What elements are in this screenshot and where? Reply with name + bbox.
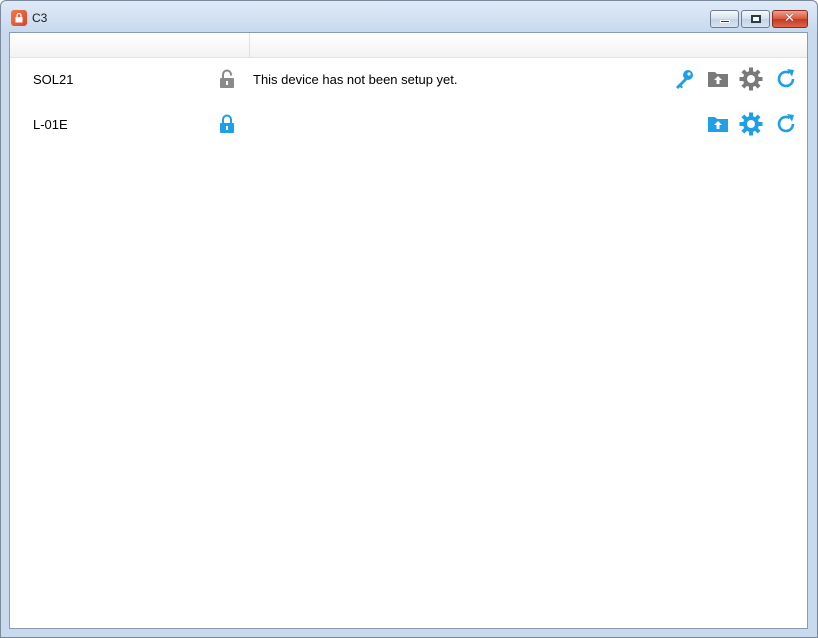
device-list-panel: SOL21 This device has not been setup yet…	[9, 32, 808, 629]
title-bar[interactable]: C3 ✕	[1, 1, 817, 32]
gear-icon	[739, 67, 763, 91]
device-name: SOL21	[33, 72, 74, 87]
column-header-device[interactable]	[10, 33, 250, 57]
refresh-button[interactable]	[774, 112, 798, 136]
settings-button[interactable]	[739, 112, 763, 136]
upload-folder-icon	[708, 117, 728, 132]
unlocked-lock-icon	[219, 69, 235, 89]
device-row-l01e[interactable]: L-01E	[10, 104, 807, 144]
window-title: C3	[32, 11, 48, 25]
close-button[interactable]: ✕	[772, 10, 808, 28]
upload-folder-button[interactable]	[706, 67, 730, 91]
refresh-icon	[777, 114, 795, 133]
maximize-button[interactable]	[741, 10, 770, 28]
device-name: L-01E	[33, 117, 68, 132]
upload-folder-button[interactable]	[706, 112, 730, 136]
gear-icon	[739, 112, 763, 136]
minimize-icon	[720, 20, 730, 23]
device-row-sol21[interactable]: SOL21 This device has not been setup yet…	[10, 59, 807, 99]
locked-lock-icon	[219, 114, 235, 134]
close-icon: ✕	[784, 11, 795, 26]
maximize-icon	[751, 15, 761, 23]
key-button[interactable]	[672, 67, 696, 91]
key-icon	[676, 70, 693, 89]
settings-button[interactable]	[739, 67, 763, 91]
refresh-button[interactable]	[774, 67, 798, 91]
column-header-status[interactable]	[250, 33, 807, 57]
app-window: C3 ✕ SOL21 This device has not been setu…	[0, 0, 818, 638]
list-header	[10, 33, 807, 58]
upload-folder-icon	[708, 72, 728, 87]
refresh-icon	[777, 69, 795, 88]
device-status-message: This device has not been setup yet.	[253, 72, 458, 87]
app-icon	[11, 10, 27, 26]
minimize-button[interactable]	[710, 10, 739, 28]
